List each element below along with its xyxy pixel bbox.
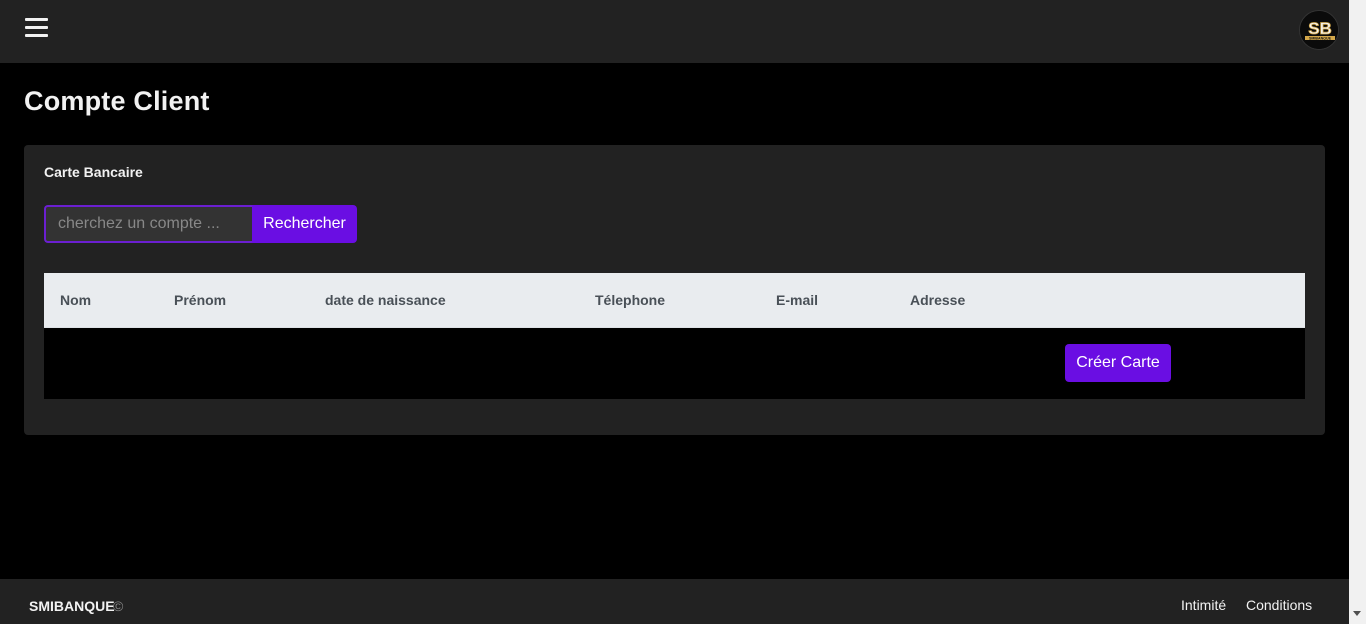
brand-logo-image: SB SMIBANQUE <box>1300 11 1338 49</box>
app-root: SB SMIBANQUE Compte Client Carte Bancair… <box>0 0 1366 624</box>
create-card-button[interactable]: Créer Carte <box>1065 344 1171 382</box>
scroll-down-arrow-icon[interactable] <box>1353 611 1361 616</box>
footer: SMIBANQUE © Intimité Conditions <box>0 579 1349 624</box>
page-title: Compte Client <box>24 86 210 116</box>
svg-text:SB: SB <box>1308 19 1332 38</box>
column-header-prenom: Prénom <box>174 292 227 308</box>
table-row: Créer Carte <box>44 328 1305 399</box>
search-button[interactable]: Rechercher <box>252 205 357 243</box>
hamburger-menu-icon[interactable] <box>25 18 49 38</box>
copyright-icon: © <box>113 598 124 614</box>
scrollbar-thumb[interactable] <box>1351 0 1364 596</box>
hamburger-line <box>25 18 48 21</box>
page-scrollbar[interactable] <box>1349 0 1366 624</box>
column-header-telephone: Télephone <box>595 292 666 308</box>
footer-link-privacy[interactable]: Intimité <box>1181 597 1226 613</box>
clients-table: Nom Prénom date de naissance Télephone E… <box>44 273 1305 399</box>
footer-link-terms[interactable]: Conditions <box>1246 597 1312 613</box>
column-header-date-naissance: date de naissance <box>325 292 446 308</box>
column-header-adresse: Adresse <box>910 292 966 308</box>
table-header: Nom Prénom date de naissance Télephone E… <box>44 273 1305 328</box>
search-group: Rechercher <box>44 205 357 243</box>
column-header-nom: Nom <box>60 292 92 308</box>
card-title: Carte Bancaire <box>44 164 143 180</box>
column-header-email: E-mail <box>776 292 819 308</box>
bank-card-panel: Carte Bancaire Rechercher Nom Prénom dat… <box>24 145 1325 435</box>
hamburger-line <box>25 26 48 29</box>
search-input[interactable] <box>44 205 252 243</box>
brand-logo[interactable]: SB SMIBANQUE <box>1299 10 1339 50</box>
footer-brand: SMIBANQUE <box>29 598 115 614</box>
hamburger-line <box>25 34 48 37</box>
top-navbar: SB SMIBANQUE <box>0 0 1349 63</box>
svg-text:SMIBANQUE: SMIBANQUE <box>1309 36 1332 40</box>
